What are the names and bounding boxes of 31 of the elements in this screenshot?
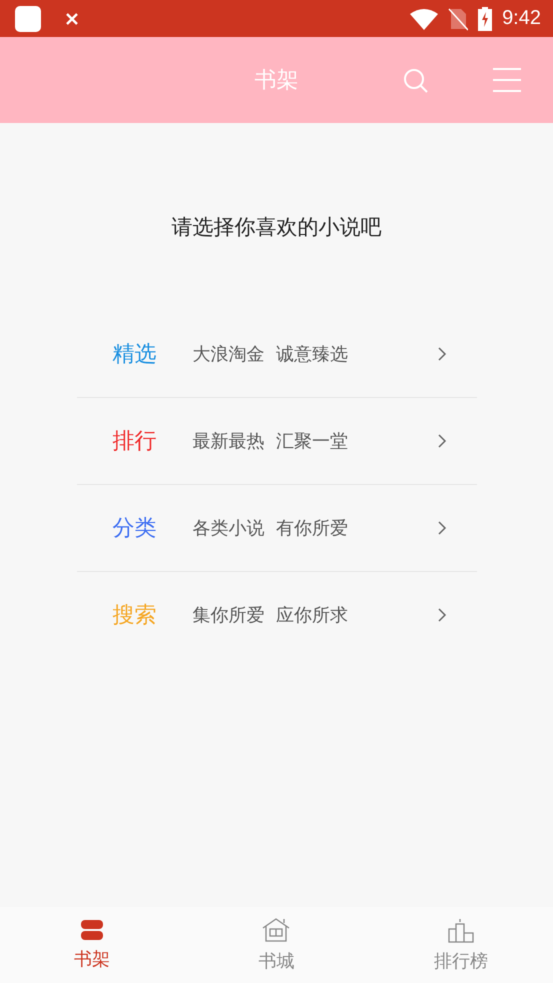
podium-icon: [446, 917, 475, 943]
tab-label: 书架: [74, 948, 110, 971]
books-icon: [80, 919, 104, 941]
menu-row[interactable]: 搜索 集你所爱 应你所求: [76, 571, 476, 658]
wifi-icon: [410, 8, 438, 30]
chevron-right-icon: [436, 607, 446, 623]
menu-row[interactable]: 分类 各类小说 有你所爱: [76, 484, 476, 571]
house-book-icon: [261, 917, 292, 943]
menu-tagline: 最新最热 汇聚一堂: [192, 430, 349, 453]
menu-row[interactable]: 排行 最新最热 汇聚一堂: [76, 397, 476, 484]
menu-tagline: 集你所爱 应你所求: [192, 604, 349, 627]
chevron-right-icon: [436, 433, 446, 449]
close-icon: [66, 12, 78, 24]
prompt-text: 请选择你喜欢的小说吧: [172, 214, 382, 241]
chevron-right-icon: [436, 346, 446, 362]
battery-charging-icon: [478, 6, 492, 30]
no-sim-icon: [448, 6, 468, 30]
menu-row[interactable]: 精选 大浪淘金 诚意臻选: [76, 311, 476, 397]
app-icon: [15, 6, 41, 32]
tab-label: 排行榜: [434, 950, 488, 973]
menu-label: 精选: [112, 341, 158, 369]
menu-tagline: 各类小说 有你所爱: [192, 517, 349, 540]
tab-label: 书城: [258, 950, 294, 973]
menu-label: 搜索: [112, 602, 158, 630]
menu-label: 排行: [112, 428, 158, 456]
menu-label: 分类: [112, 515, 158, 543]
chevron-right-icon: [436, 520, 446, 536]
header-title: 书架: [254, 67, 300, 95]
clock-time: 9:42: [502, 7, 541, 30]
nav-tab[interactable]: 书架: [0, 907, 184, 983]
menu-tagline: 大浪淘金 诚意臻选: [192, 343, 349, 366]
